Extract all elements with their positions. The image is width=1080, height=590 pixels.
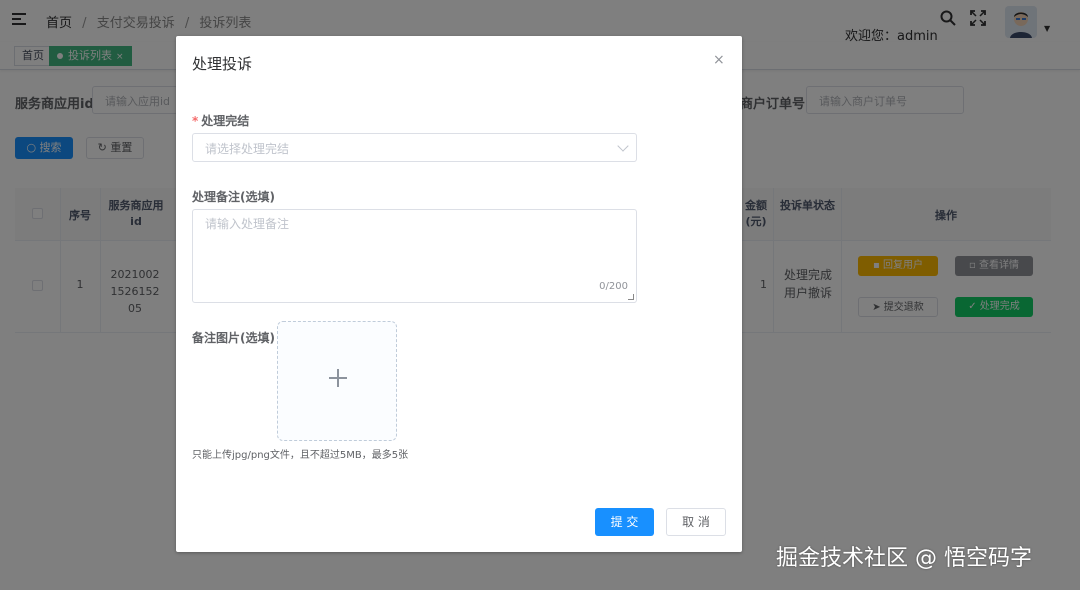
result-label-text: 处理完结 xyxy=(201,114,250,128)
note-label: 处理备注(选填) xyxy=(192,190,275,204)
plus-icon-vertical xyxy=(337,369,339,387)
note-char-count: 0/200 xyxy=(599,281,628,292)
close-icon[interactable]: × xyxy=(713,52,725,68)
handle-complaint-dialog: 处理投诉 × * 处理完结 请选择处理完结 处理备注(选填) 请输入处理备注 0/… xyxy=(176,36,742,552)
result-label: * 处理完结 xyxy=(192,112,249,129)
resize-handle[interactable] xyxy=(628,294,634,300)
image-label: 备注图片(选填) xyxy=(192,331,275,345)
result-select-placeholder: 请选择处理完结 xyxy=(205,142,290,156)
dialog-title: 处理投诉 xyxy=(192,55,253,73)
cancel-button[interactable]: 取 消 xyxy=(666,508,726,536)
submit-button[interactable]: 提 交 xyxy=(595,508,654,536)
note-placeholder: 请输入处理备注 xyxy=(205,217,290,231)
watermark: 掘金技术社区 @ 悟空码字 xyxy=(776,546,1032,571)
chevron-down-icon xyxy=(617,140,629,152)
upload-tip: 只能上传jpg/png文件，且不超过5MB，最多5张 xyxy=(192,450,409,461)
image-upload[interactable] xyxy=(277,321,397,441)
note-textarea[interactable]: 请输入处理备注 0/200 xyxy=(192,209,637,303)
required-asterisk: * xyxy=(192,114,199,128)
result-select[interactable]: 请选择处理完结 xyxy=(192,133,637,162)
